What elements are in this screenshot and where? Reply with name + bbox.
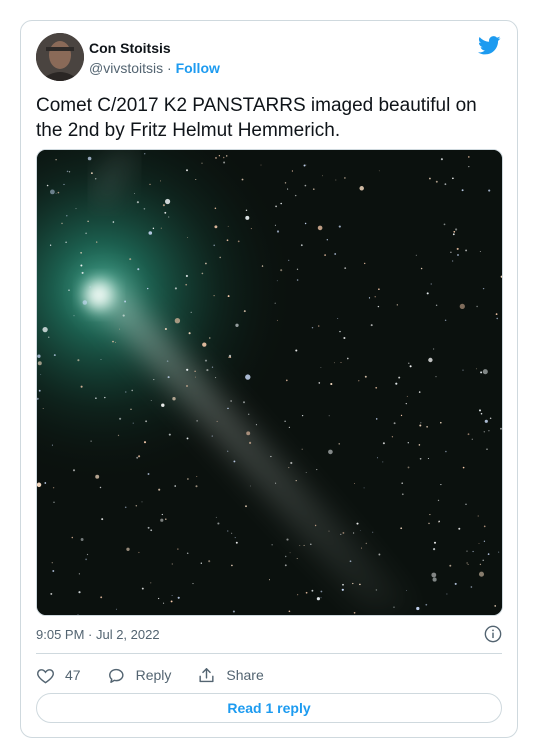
heart-icon (37, 668, 54, 683)
reply-bubble-icon (108, 668, 124, 683)
avatar[interactable] (36, 33, 84, 81)
like-count: 47 (65, 667, 81, 683)
twitter-bird-icon[interactable] (478, 36, 501, 55)
separator-dot: · (167, 60, 172, 76)
tweet-text: Comet C/2017 K2 PANSTARRS imaged beautif… (36, 95, 477, 141)
like-button[interactable]: 47 (36, 666, 81, 685)
divider (36, 653, 502, 654)
author-name[interactable]: Con Stoitsis (89, 40, 171, 56)
comet-photo[interactable] (36, 149, 503, 616)
info-icon[interactable] (484, 625, 502, 643)
follow-link[interactable]: Follow (176, 60, 220, 76)
author-handle-line: @vivstoitsis · Follow (89, 60, 220, 76)
action-bar: 47 Reply Share (36, 663, 290, 687)
author-handle[interactable]: @vivstoitsis (89, 60, 163, 76)
reply-button[interactable]: Reply (107, 666, 172, 685)
share-icon (199, 667, 214, 682)
tweet-card: Con Stoitsis @vivstoitsis · Follow Comet… (20, 20, 518, 738)
reply-label: Reply (135, 667, 172, 683)
read-replies-button[interactable]: Read 1 reply (36, 693, 502, 723)
comet-image (37, 150, 502, 615)
share-label: Share (226, 667, 264, 683)
tweet-timestamp[interactable]: 9:05 PM · Jul 2, 2022 (36, 627, 160, 642)
share-button[interactable]: Share (197, 666, 264, 685)
